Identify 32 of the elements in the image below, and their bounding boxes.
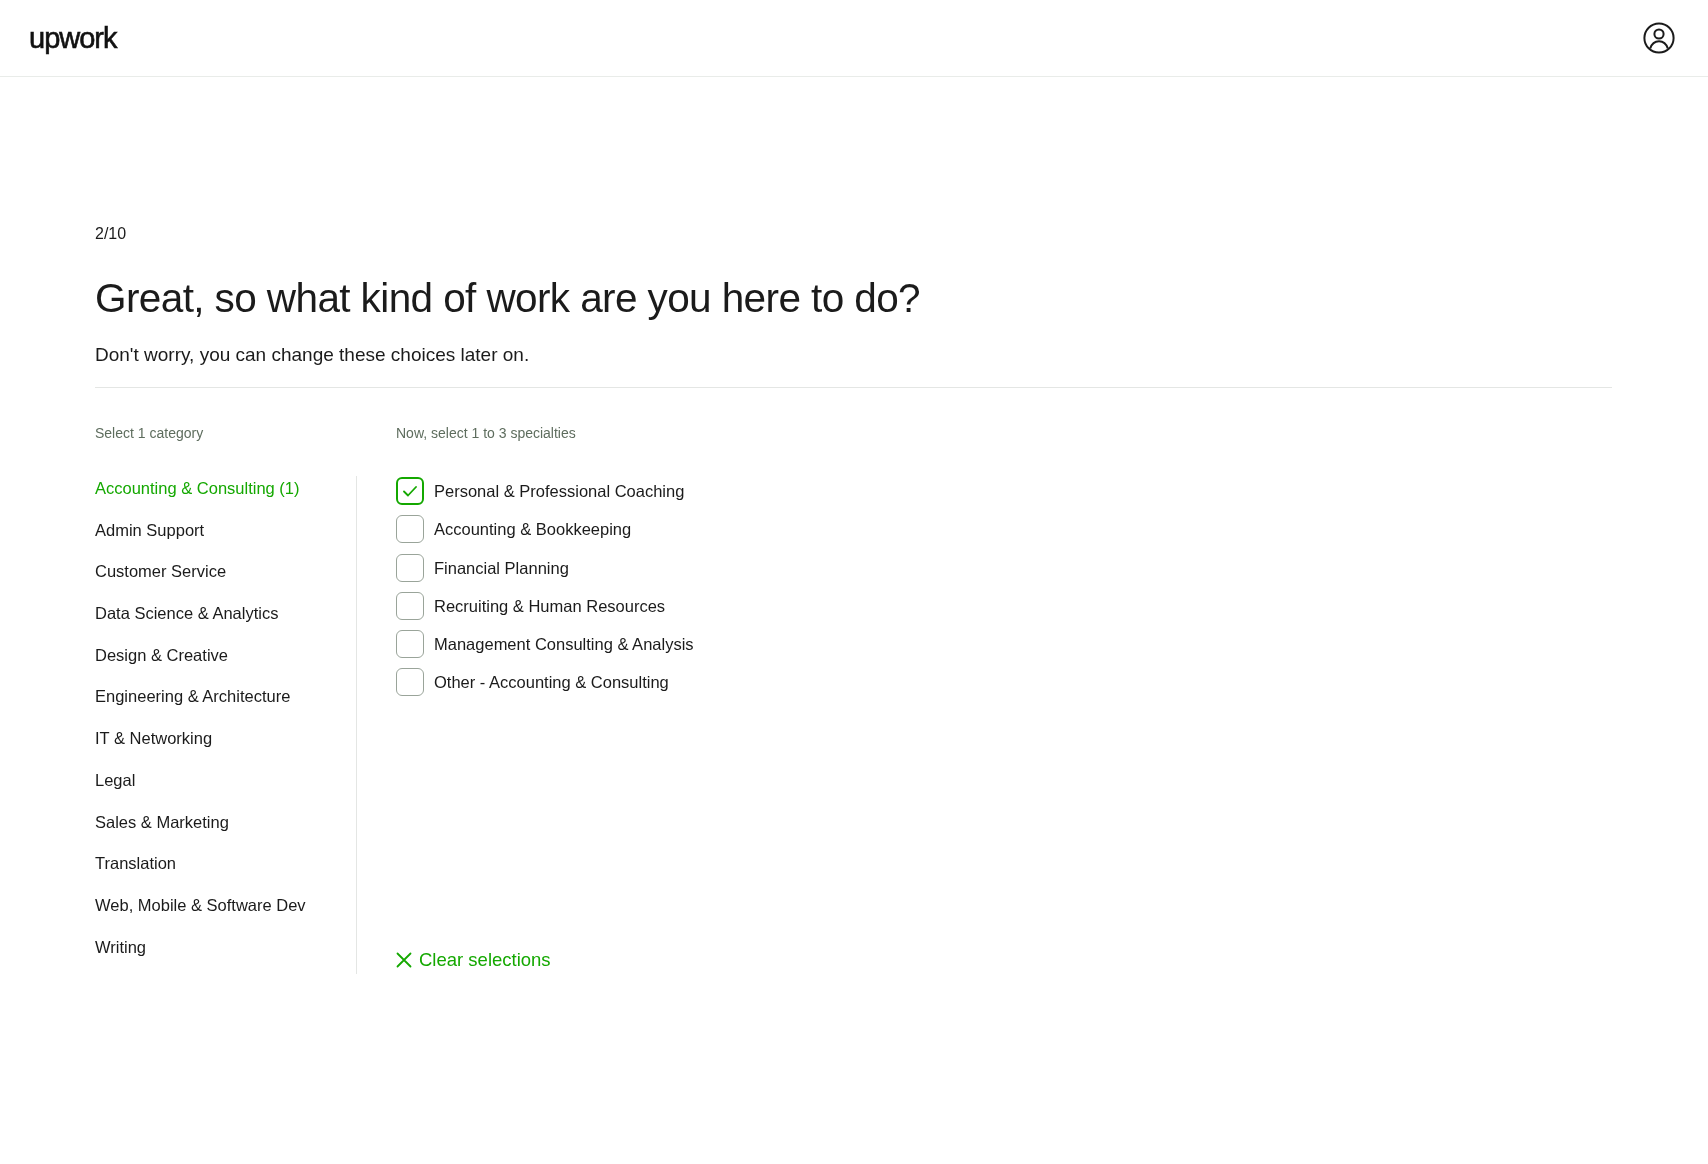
category-item[interactable]: Sales & Marketing xyxy=(95,809,229,834)
checkbox[interactable] xyxy=(396,553,424,582)
specialty-label: Other - Accounting & Consulting xyxy=(434,672,669,694)
checkbox[interactable] xyxy=(396,630,424,659)
category-item[interactable]: IT & Networking xyxy=(95,726,213,751)
specialty-label: Accounting & Bookkeeping xyxy=(434,519,632,541)
category-item[interactable]: Customer Service xyxy=(95,559,227,584)
specialty-label: Personal & Professional Coaching xyxy=(434,481,685,502)
category-item[interactable]: Admin Support xyxy=(95,517,205,542)
step-counter: 2/10 xyxy=(95,224,127,244)
category-item[interactable]: Writing xyxy=(95,934,147,959)
checkbox[interactable] xyxy=(396,668,424,697)
close-icon xyxy=(396,951,412,968)
page-title: Great, so what kind of work are you here to do? xyxy=(95,274,920,322)
category-item[interactable]: Design & Creative xyxy=(95,642,228,667)
user-avatar-icon[interactable] xyxy=(1643,22,1675,54)
specialty-label: Management Consulting & Analysis xyxy=(434,634,694,656)
specialties-heading: Now, select 1 to 3 specialties xyxy=(396,424,576,443)
checkbox[interactable] xyxy=(396,477,424,505)
checkbox[interactable] xyxy=(396,591,424,620)
page-subtitle: Don't worry, you can change these choices later on. xyxy=(95,343,530,367)
category-item[interactable]: Legal xyxy=(95,767,136,792)
specialty-label: Financial Planning xyxy=(434,557,569,579)
category-heading: Select 1 category xyxy=(95,424,204,443)
category-item[interactable]: Data Science & Analytics xyxy=(95,601,279,626)
category-item[interactable]: Engineering & Architecture xyxy=(95,684,291,709)
checkbox[interactable] xyxy=(396,515,424,544)
category-item[interactable]: Web, Mobile & Software Dev xyxy=(95,892,306,917)
category-item[interactable]: Translation xyxy=(95,851,176,876)
check-icon xyxy=(403,485,417,497)
logo[interactable]: upwork xyxy=(29,22,117,54)
specialty-label: Recruiting & Human Resources xyxy=(434,595,666,617)
